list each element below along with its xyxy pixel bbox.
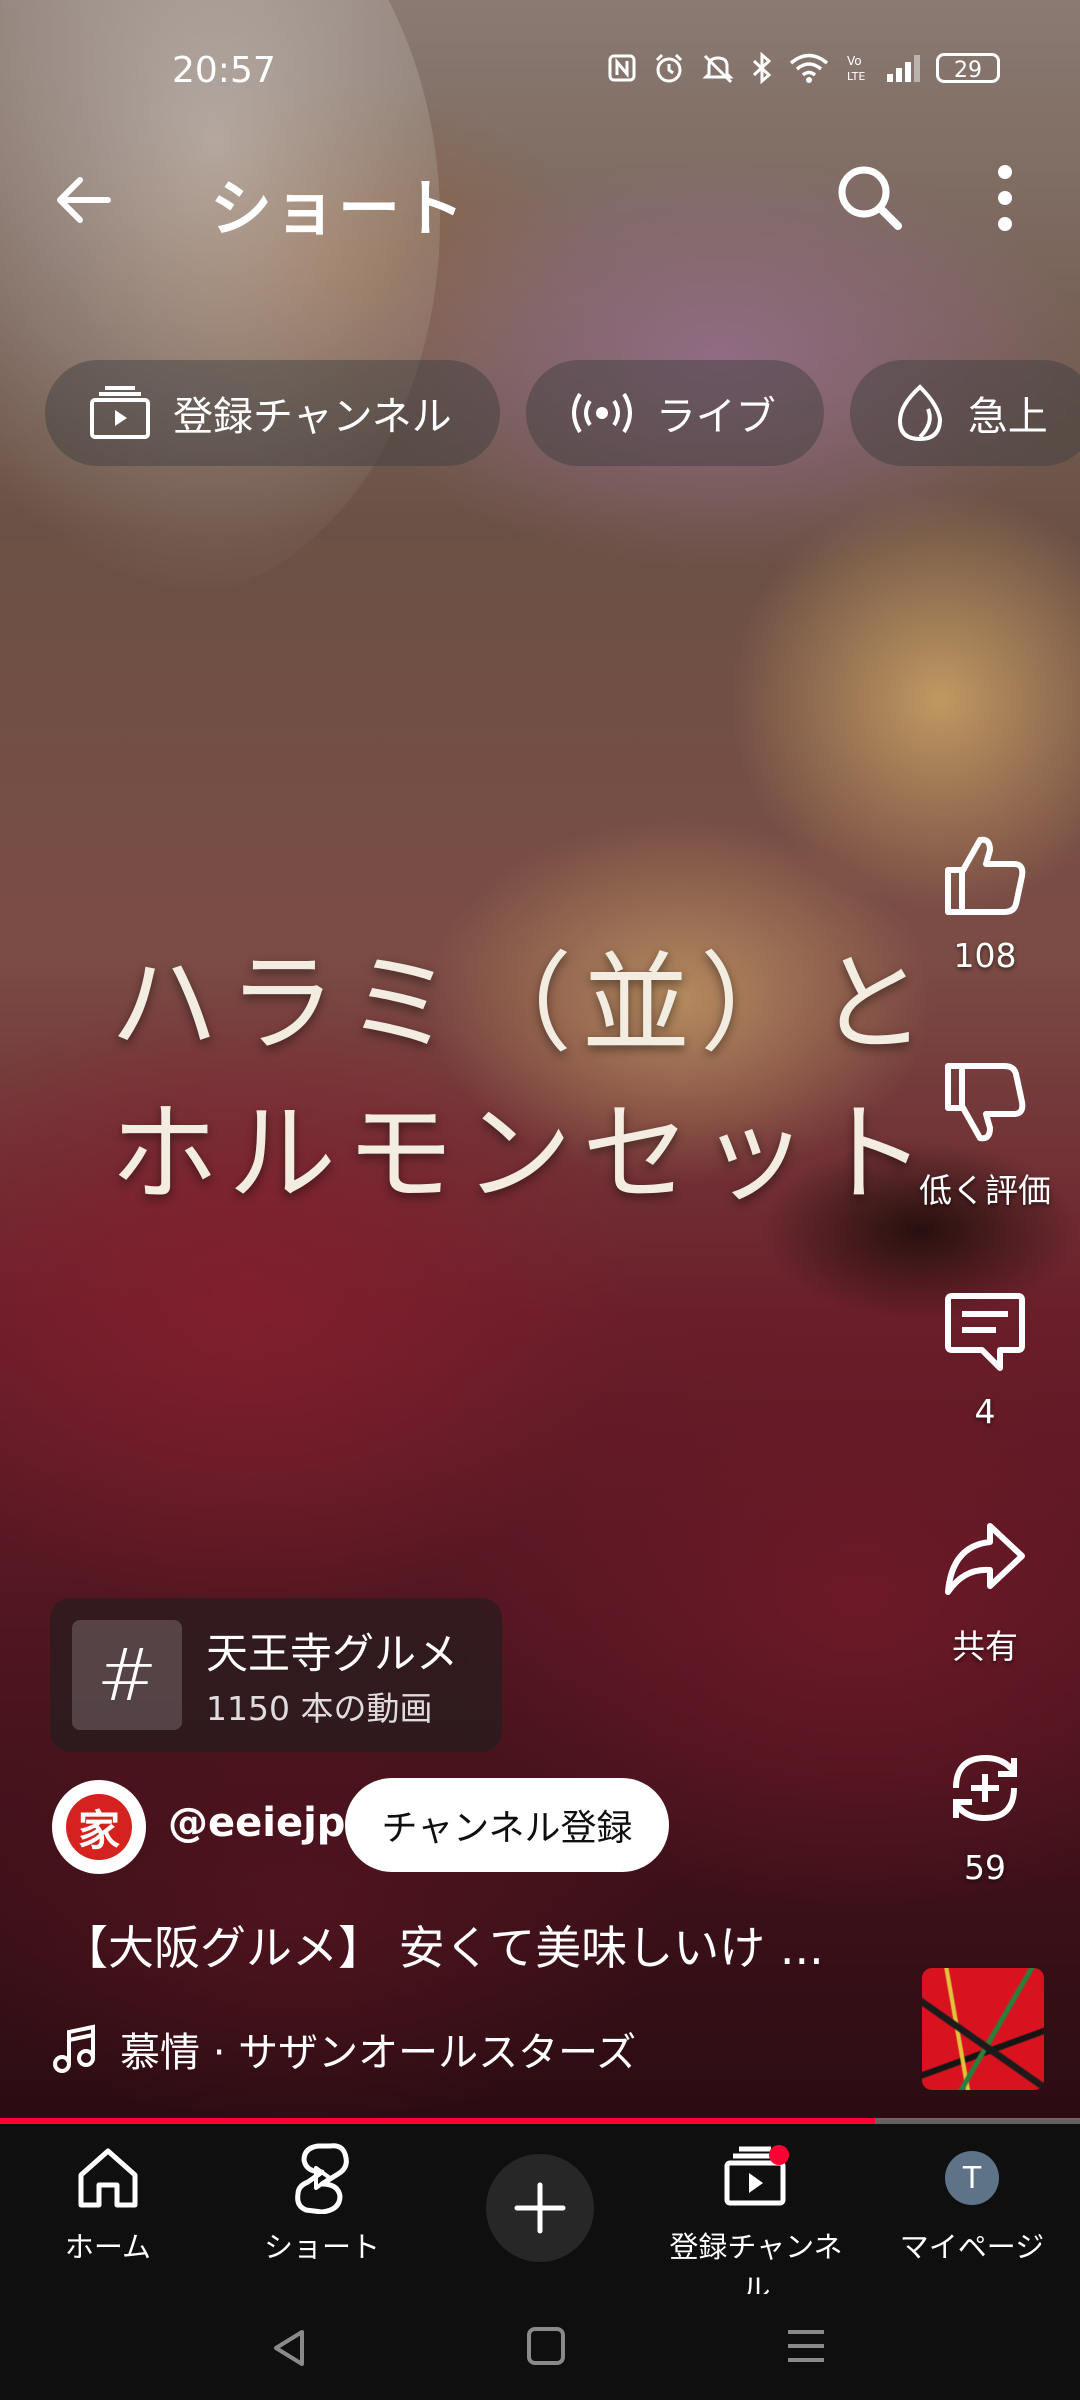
channel-handle[interactable]: @eeiejp [168, 1800, 345, 1846]
video-overlay-caption: ハラミ（並）と ホルモンセット [110, 930, 970, 1230]
chip-label: 急上 [967, 394, 1048, 440]
mute-icon [702, 54, 734, 84]
status-bar: 20:57 Vo LTE 29 [0, 0, 1080, 140]
thumbs-up-icon [945, 836, 1026, 915]
more-options-button[interactable] [975, 158, 1035, 238]
thumbs-down-icon [945, 1063, 1026, 1142]
music-row[interactable]: 慕情 · サザンオールスターズ [52, 2020, 636, 2078]
nav-subscriptions[interactable]: 登録チャンネル [656, 2138, 856, 2308]
nav-shorts[interactable]: ショート [222, 2138, 422, 2266]
chip-subscriptions[interactable]: 登録チャンネル [45, 360, 500, 466]
bottom-navigation: ホーム ショート 登録チャンネル T マイページ [0, 2124, 1080, 2306]
hashtag-title: 天王寺グルメ [206, 1629, 459, 1678]
music-note-icon [53, 2024, 95, 2073]
filter-chips: 登録チャンネル ライブ 急上 [45, 360, 1080, 466]
nav-home-label: ホーム [64, 2230, 152, 2264]
home-icon [78, 2148, 138, 2208]
hashtag-icon: # [72, 1620, 182, 1730]
music-thumbnail[interactable] [922, 1968, 1044, 2090]
user-avatar: T [945, 2151, 999, 2205]
system-home-icon[interactable] [526, 2326, 566, 2366]
svg-text:Vo: Vo [847, 54, 862, 68]
page-title: ショート [210, 172, 467, 245]
chip-live[interactable]: ライブ [525, 360, 824, 466]
bluetooth-icon [752, 52, 772, 84]
nav-mypage[interactable]: T マイページ [872, 2138, 1072, 2266]
chip-label: ライブ [655, 394, 776, 440]
chip-label: 登録チャンネル [173, 394, 452, 440]
subscriptions-icon [90, 386, 150, 439]
battery-icon: 29 [936, 53, 1000, 83]
comment-count: 4 [974, 1392, 996, 1431]
subscribe-button[interactable]: チャンネル登録 [345, 1778, 669, 1872]
like-button[interactable]: 108 [910, 820, 1060, 975]
share-label: 共有 [952, 1627, 1018, 1666]
back-arrow-icon [57, 177, 111, 223]
system-navigation-bar [0, 2294, 1080, 2400]
comments-button[interactable]: 4 [910, 1276, 1060, 1431]
nav-home[interactable]: ホーム [8, 2138, 208, 2266]
wifi-icon [789, 53, 829, 83]
live-icon [571, 392, 632, 434]
svg-text:LTE: LTE [847, 70, 865, 83]
overlay-line-1: ハラミ（並）と [110, 942, 937, 1067]
subscriptions-icon [724, 2145, 789, 2206]
chip-trending[interactable]: 急上 [849, 360, 1080, 466]
back-button[interactable] [48, 164, 120, 236]
music-label: 慕情 · サザンオールスターズ [120, 2030, 637, 2076]
nav-shorts-label: ショート [263, 2230, 380, 2264]
hashtag-card[interactable]: # 天王寺グルメ 1150 本の動画 [50, 1598, 502, 1752]
hashtag-video-count: 1150 本の動画 [206, 1689, 433, 1728]
trending-icon [897, 384, 942, 442]
nav-mypage-label: マイページ [899, 2230, 1045, 2264]
system-back-icon[interactable] [268, 2326, 312, 2370]
signal-icon [887, 54, 920, 82]
status-icons: Vo LTE 29 [607, 52, 1000, 84]
comment-icon [945, 1293, 1025, 1371]
status-time: 20:57 [172, 50, 276, 91]
like-count: 108 [953, 936, 1017, 975]
plus-icon [514, 2182, 566, 2234]
nfc-icon [608, 54, 636, 82]
remix-button[interactable]: 59 [910, 1732, 1060, 1887]
dislike-button[interactable]: 低く評価 [910, 1048, 1060, 1212]
shorts-icon [295, 2143, 349, 2214]
header: ショート [0, 150, 1080, 280]
search-icon [838, 166, 902, 230]
system-recents-icon[interactable] [786, 2326, 826, 2366]
volte-icon: Vo LTE [847, 54, 865, 83]
search-button[interactable] [830, 158, 910, 238]
remix-icon [953, 1754, 1017, 1822]
share-button[interactable]: 共有 [910, 1504, 1060, 1668]
video-title[interactable]: 【大阪グルメ】 安くて美味しいけ ... [62, 1912, 862, 1978]
more-vertical-icon [998, 165, 1012, 231]
dislike-label: 低く評価 [919, 1171, 1051, 1210]
channel-avatar[interactable]: 家 [52, 1780, 146, 1874]
create-button[interactable] [486, 2154, 594, 2262]
channel-avatar-logo: 家 [66, 1794, 132, 1860]
remix-count: 59 [964, 1848, 1006, 1887]
overlay-line-2: ホルモンセット [110, 1092, 937, 1217]
share-icon [945, 1523, 1025, 1595]
alarm-icon [655, 53, 683, 83]
